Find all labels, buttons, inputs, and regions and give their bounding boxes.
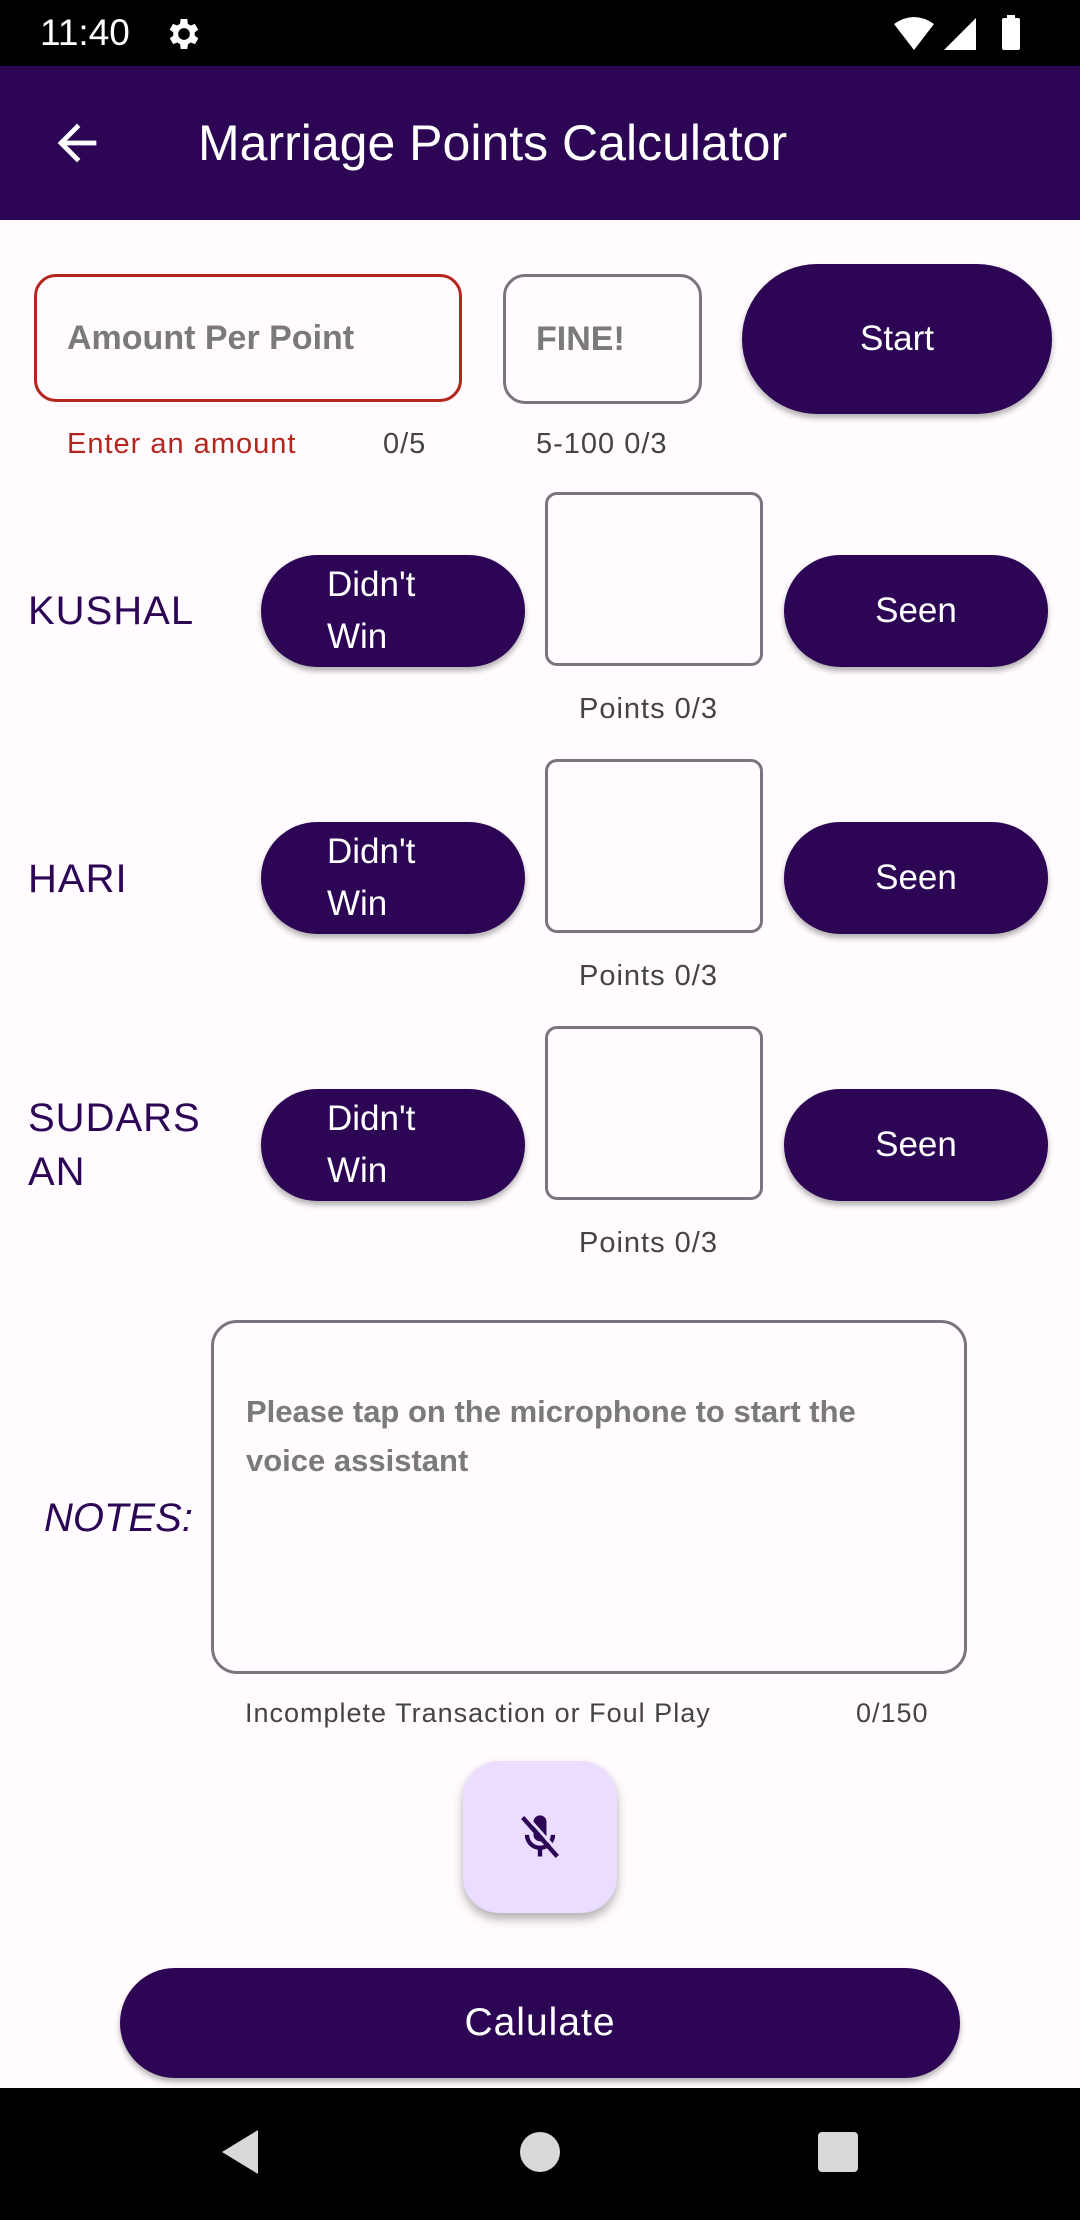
points-helper: Points 0/3 (579, 960, 718, 992)
player-name: HARI (28, 857, 128, 901)
nav-back-icon[interactable] (220, 2128, 260, 2176)
didnt-win-label: Didn't Win (327, 565, 416, 656)
fine-helper: 5-100 0/3 (536, 428, 668, 460)
didnt-win-button[interactable]: Didn't Win (261, 1089, 525, 1201)
app-bar: Marriage Points Calculator (0, 66, 1080, 220)
amount-per-point-placeholder: Amount Per Point (67, 318, 355, 357)
microphone-button[interactable] (463, 1761, 617, 1913)
mic-off-icon (521, 1814, 562, 1858)
notes-label: NOTES: (44, 1496, 193, 1540)
start-button[interactable]: Start (742, 264, 1052, 414)
didnt-win-label: Didn't Win (327, 1099, 416, 1190)
nav-home-icon[interactable] (520, 2132, 560, 2172)
fine-input[interactable]: FINE! (503, 274, 702, 404)
amount-per-point-input[interactable]: Amount Per Point (34, 274, 462, 402)
amount-counter: 0/5 (383, 428, 427, 460)
didnt-win-button[interactable]: Didn't Win (261, 555, 525, 667)
didnt-win-label: Didn't Win (327, 832, 416, 923)
navigation-bar (0, 2088, 1080, 2220)
status-bar: 11:40 (0, 0, 1080, 66)
calculate-button[interactable]: Calulate (120, 1968, 960, 2078)
points-input[interactable] (545, 492, 763, 666)
fine-placeholder: FINE! (536, 319, 625, 358)
player-name: KUSHAL (28, 589, 195, 633)
player-name: SUDARSAN (28, 1096, 201, 1194)
notes-helper: Incomplete Transaction or Foul Play (245, 1698, 711, 1728)
points-input[interactable] (545, 1026, 763, 1200)
nav-recents-icon[interactable] (818, 2132, 858, 2172)
back-arrow-icon[interactable] (48, 114, 106, 172)
amount-error-text: Enter an amount (67, 428, 297, 460)
seen-button[interactable]: Seen (784, 555, 1048, 667)
status-icons (894, 15, 1020, 50)
status-time: 11:40 (40, 12, 130, 53)
points-helper: Points 0/3 (579, 693, 718, 725)
battery-icon (1002, 18, 1020, 50)
points-input[interactable] (545, 759, 763, 933)
wifi-icon (894, 17, 934, 50)
points-helper: Points 0/3 (579, 1227, 718, 1259)
notes-textarea[interactable]: Please tap on the microphone to start th… (211, 1320, 967, 1674)
signal-icon (944, 18, 976, 50)
seen-button[interactable]: Seen (784, 1089, 1048, 1201)
didnt-win-button[interactable]: Didn't Win (261, 822, 525, 934)
notes-placeholder: Please tap on the microphone to start th… (246, 1394, 856, 1478)
seen-button[interactable]: Seen (784, 822, 1048, 934)
settings-gear-icon (169, 19, 199, 49)
page-title: Marriage Points Calculator (198, 115, 788, 171)
notes-counter: 0/150 (856, 1698, 929, 1728)
